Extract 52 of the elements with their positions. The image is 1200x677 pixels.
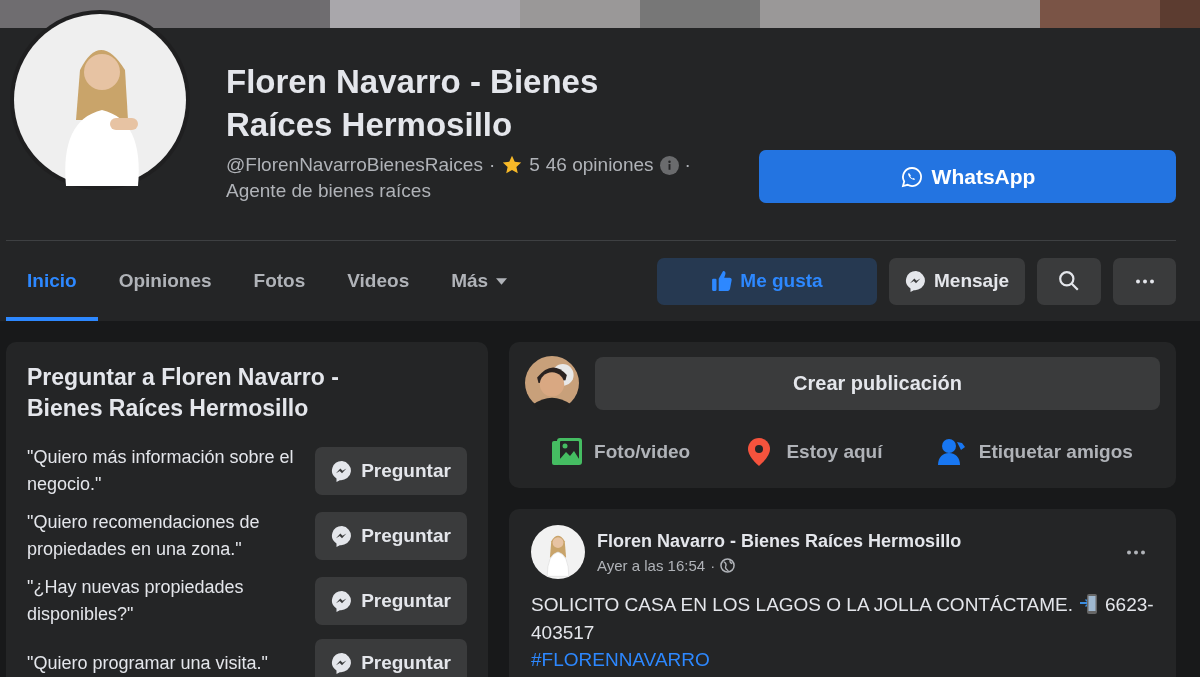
create-post-button[interactable]: Crear publicación (595, 356, 1160, 410)
messenger-icon (331, 590, 354, 612)
phone-number: 403517 (531, 621, 595, 645)
messenger-icon (331, 652, 354, 674)
messenger-icon (331, 460, 354, 482)
nav-tab[interactable]: Fotos (232, 241, 327, 321)
whatsapp-icon (899, 164, 924, 189)
composer-option[interactable]: Etiquetar amigos (936, 438, 1133, 466)
separator-dot: · (710, 556, 716, 574)
hashtag-link[interactable]: #FLORENNAVARRO (531, 649, 1154, 671)
composer-option[interactable]: Foto/video (552, 438, 691, 466)
post-time[interactable]: Ayer a las 16:54 (597, 556, 706, 574)
photo-icon (552, 438, 583, 466)
question-text: "Quiero recomendaciones de propiedades en una zona." (27, 511, 261, 561)
more-icon (1135, 278, 1154, 284)
messenger-icon (331, 525, 354, 547)
ask-button[interactable]: Preguntar (315, 577, 467, 625)
question-text: "Quiero más información sobre el negocio." (27, 446, 295, 496)
search-button[interactable] (1037, 257, 1101, 305)
post-author[interactable]: Floren Navarro - Bienes Raíces Hermosillo (597, 530, 1106, 552)
nav-tab[interactable]: Opiniones (97, 241, 233, 321)
ask-button[interactable]: Preguntar (315, 639, 467, 677)
phone-icon (1079, 593, 1100, 615)
person-icon (936, 438, 967, 466)
message-button[interactable]: Mensaje (889, 257, 1025, 305)
composer-option[interactable]: Estoy aquí (744, 438, 883, 466)
question-text: "Quiero programar una visita." (27, 651, 269, 675)
separator-dot: · (684, 154, 691, 176)
rating-value: 5 (529, 154, 540, 176)
page-handle: @FlorenNavarroBienesRaices (226, 154, 483, 176)
separator-dot: · (488, 154, 496, 176)
nav-tab[interactable]: Videos (326, 241, 431, 321)
ask-button[interactable]: Preguntar (315, 447, 467, 495)
caret-icon (496, 277, 508, 285)
page-category: Agente de bienes raíces (226, 180, 432, 202)
search-icon (1058, 270, 1080, 292)
ask-button[interactable]: Preguntar (315, 512, 467, 560)
whatsapp-button[interactable]: WhatsApp (759, 150, 1176, 203)
question-text: "¿Hay nuevas propiedades disponibles?" (27, 576, 245, 626)
star-icon (501, 154, 524, 176)
post-text: SOLICITO CASA EN LOS LAGOS O LA JOLLA CONTÁCTAME. (531, 594, 1074, 615)
messenger-icon (905, 270, 927, 292)
info-icon[interactable] (659, 155, 679, 175)
card-title: Preguntar a Floren Navarro - Bienes Raíces Hermosillo (27, 363, 340, 423)
phone-number: 6623- (1105, 594, 1154, 615)
nav-tab[interactable]: Más (430, 241, 529, 321)
globe-icon (720, 557, 736, 573)
thumbs-up-icon (711, 270, 734, 292)
page-title: Floren Navarro - Bienes Raíces Hermosillo (226, 62, 600, 145)
more-icon (1127, 549, 1145, 555)
reviews-link[interactable]: 46 opiniones (545, 154, 654, 176)
nav-tab[interactable]: Inicio (6, 241, 98, 321)
